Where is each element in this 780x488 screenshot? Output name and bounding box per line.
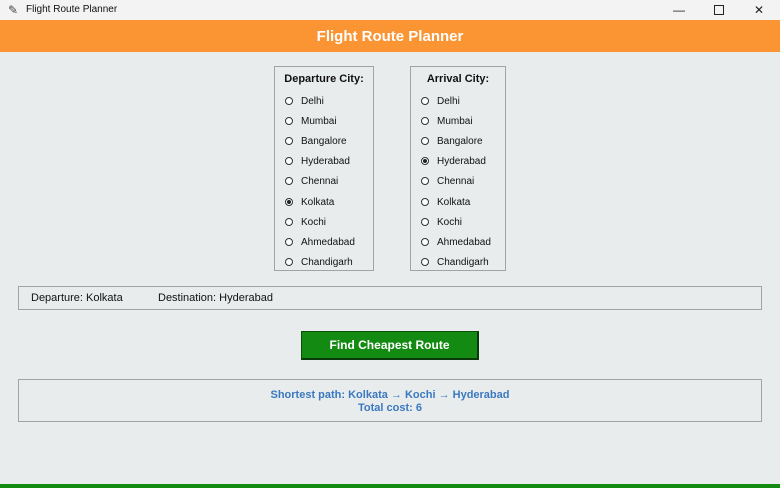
close-button[interactable]: ✕ <box>739 0 779 20</box>
arrival-option-ahmedabad[interactable]: Ahmedabad <box>421 235 491 249</box>
arrival-option-chandigarh[interactable]: Chandigarh <box>421 255 489 269</box>
arrival-option-mumbai[interactable]: Mumbai <box>421 114 473 128</box>
radio-button-icon[interactable] <box>421 258 429 266</box>
total-cost-text: Total cost: 6 <box>358 402 422 414</box>
departure-option-chandigarh[interactable]: Chandigarh <box>285 255 353 269</box>
departure-option-bangalore[interactable]: Bangalore <box>285 134 347 148</box>
departure-option-label: Chennai <box>301 175 339 187</box>
radio-button-icon[interactable] <box>421 238 429 246</box>
app-header: Flight Route Planner <box>0 20 780 52</box>
arrival-city-label: Arrival City: <box>426 73 490 85</box>
arrival-option-label: Chennai <box>437 175 475 187</box>
close-icon: ✕ <box>753 3 765 17</box>
radio-button-icon[interactable] <box>285 238 293 246</box>
radio-button-icon[interactable] <box>421 157 429 165</box>
title-bar: ✎ Flight Route Planner — ✕ <box>0 0 780 21</box>
arrival-option-label: Bangalore <box>437 135 483 147</box>
radio-button-icon[interactable] <box>421 198 429 206</box>
header-title: Flight Route Planner <box>316 27 464 45</box>
find-cheapest-route-button[interactable]: Find Cheapest Route <box>301 331 479 360</box>
arrival-option-chennai[interactable]: Chennai <box>421 174 474 188</box>
arrival-option-label: Kolkata <box>437 196 471 208</box>
radio-button-icon[interactable] <box>421 97 429 105</box>
departure-option-kolkata[interactable]: Kolkata <box>285 195 334 209</box>
arrival-option-label: Hyderabad <box>437 155 486 167</box>
radio-button-icon[interactable] <box>285 177 293 185</box>
arrival-option-kolkata[interactable]: Kolkata <box>421 195 470 209</box>
departure-option-mumbai[interactable]: Mumbai <box>285 114 337 128</box>
maximize-button[interactable] <box>699 0 739 20</box>
minimize-icon: — <box>673 3 685 17</box>
departure-option-label: Kochi <box>301 216 327 228</box>
radio-button-icon[interactable] <box>421 177 429 185</box>
departure-city-label: Departure City: <box>284 73 364 85</box>
departure-option-label: Chandigarh <box>301 256 353 268</box>
radio-button-icon[interactable] <box>421 137 429 145</box>
departure-city-group: Departure City: Delhi Mumbai Bangalore Hyde… <box>274 66 374 271</box>
departure-option-label: Ahmedabad <box>301 236 355 248</box>
radio-button-icon[interactable] <box>285 258 293 266</box>
arrival-option-label: Kochi <box>437 216 463 228</box>
maximize-icon <box>714 5 724 15</box>
arrival-option-label: Ahmedabad <box>437 236 491 248</box>
radio-button-icon[interactable] <box>421 218 429 226</box>
departure-option-label: Delhi <box>301 95 324 107</box>
result-panel: Shortest path: Kolkata → Kochi → Hyderab… <box>18 379 762 422</box>
minimize-button[interactable]: — <box>659 0 699 20</box>
arrival-option-hyderabad[interactable]: Hyderabad <box>421 154 486 168</box>
radio-button-icon[interactable] <box>285 198 293 206</box>
radio-button-icon[interactable] <box>285 157 293 165</box>
arrival-option-label: Mumbai <box>437 115 473 127</box>
selection-summary: Departure: Kolkata Destination: Hyderaba… <box>18 286 762 310</box>
departure-option-label: Bangalore <box>301 135 347 147</box>
destination-summary: Destination: Hyderabad <box>158 292 273 304</box>
arrival-option-kochi[interactable]: Kochi <box>421 215 462 229</box>
radio-button-icon[interactable] <box>285 97 293 105</box>
shortest-path-text: Shortest path: Kolkata → Kochi → Hyderab… <box>270 389 510 401</box>
arrival-option-delhi[interactable]: Delhi <box>421 94 460 108</box>
status-strip <box>0 484 780 488</box>
radio-button-icon[interactable] <box>421 117 429 125</box>
arrival-option-label: Delhi <box>437 95 460 107</box>
window-title: Flight Route Planner <box>26 4 118 15</box>
departure-option-label: Kolkata <box>301 196 335 208</box>
arrival-option-bangalore[interactable]: Bangalore <box>421 134 483 148</box>
departure-option-ahmedabad[interactable]: Ahmedabad <box>285 235 355 249</box>
radio-button-icon[interactable] <box>285 218 293 226</box>
departure-summary: Departure: Kolkata <box>31 292 123 304</box>
departure-option-delhi[interactable]: Delhi <box>285 94 324 108</box>
radio-button-icon[interactable] <box>285 137 293 145</box>
departure-option-hyderabad[interactable]: Hyderabad <box>285 154 350 168</box>
arrival-option-label: Chandigarh <box>437 256 489 268</box>
departure-option-label: Hyderabad <box>301 155 350 167</box>
departure-option-chennai[interactable]: Chennai <box>285 174 338 188</box>
departure-option-kochi[interactable]: Kochi <box>285 215 326 229</box>
departure-option-label: Mumbai <box>301 115 337 127</box>
arrival-city-group: Arrival City: Delhi Mumbai Bangalore Hydera… <box>410 66 506 271</box>
feather-icon: ✎ <box>8 3 19 17</box>
radio-button-icon[interactable] <box>285 117 293 125</box>
